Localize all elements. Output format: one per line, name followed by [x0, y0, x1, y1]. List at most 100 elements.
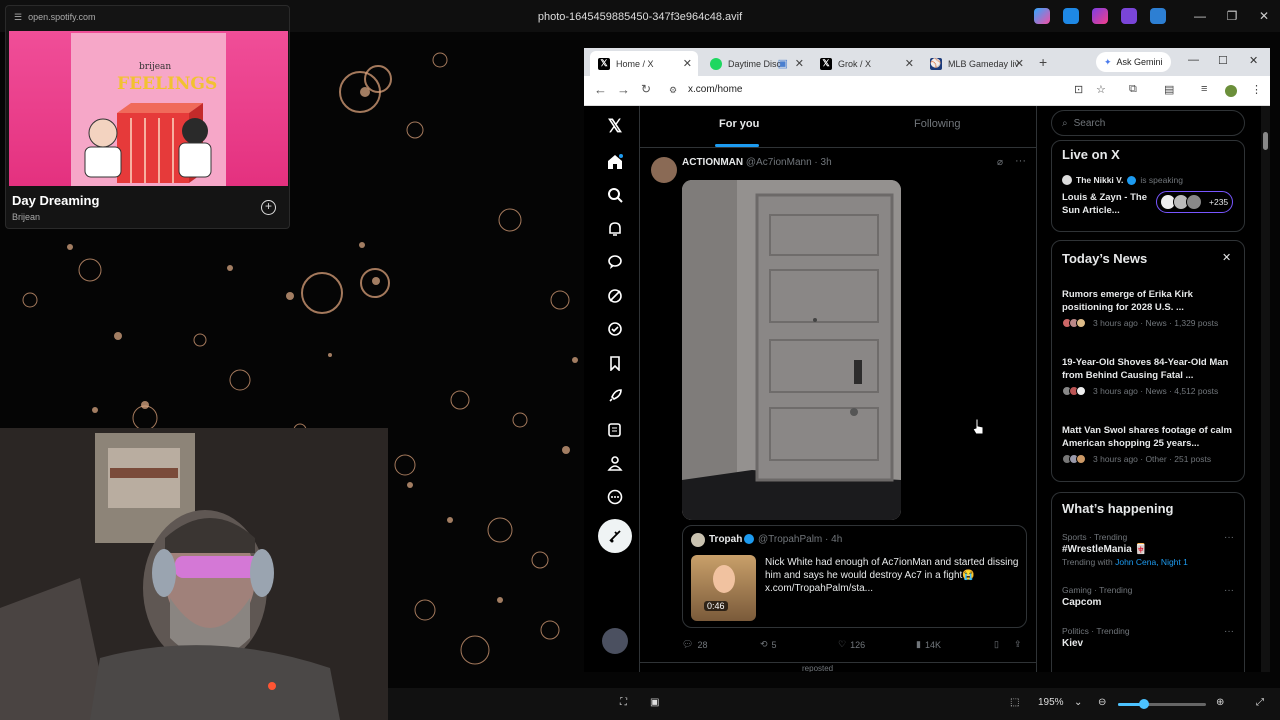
zoom-dropdown-icon[interactable]: ⌄: [1074, 697, 1082, 708]
install-app-icon[interactable]: ⊡: [1074, 83, 1083, 96]
bookmarks-icon[interactable]: [604, 352, 626, 374]
tune-icon[interactable]: ☰: [14, 12, 22, 23]
quoted-author-name[interactable]: Tropah: [709, 534, 742, 545]
share-icon[interactable]: ⇪: [1014, 639, 1022, 650]
edit-icon[interactable]: [1063, 8, 1079, 24]
zoom-slider[interactable]: [1118, 699, 1206, 709]
grok-post-icon[interactable]: ⌀: [997, 157, 1003, 168]
live-listeners-pill[interactable]: +235: [1156, 191, 1233, 213]
zoom-slider-thumb[interactable]: [1139, 699, 1149, 709]
close-icon[interactable]: ✕: [1248, 0, 1280, 32]
close-tab-icon[interactable]: ✕: [795, 57, 804, 70]
quoted-avatar[interactable]: [691, 533, 705, 547]
back-icon[interactable]: ←: [594, 82, 607, 97]
tab-following[interactable]: Following: [914, 118, 960, 130]
close-window-icon[interactable]: ✕: [1249, 54, 1258, 67]
scrollbar-thumb[interactable]: [1263, 132, 1268, 150]
zoom-out-icon[interactable]: ⊖: [1098, 697, 1106, 708]
page-scrollbar[interactable]: [1261, 106, 1270, 672]
quoted-link[interactable]: x.com/TropahPalm/sta...: [765, 583, 873, 594]
zoom-in-icon[interactable]: ⊕: [1216, 697, 1224, 708]
post-more-icon[interactable]: ···: [1015, 155, 1026, 167]
trend-item[interactable]: Gaming · Trending Capcom: [1062, 585, 1238, 608]
trend-item[interactable]: Politics · Trending Kiev: [1062, 626, 1238, 649]
news-item[interactable]: 19-Year-Old Shoves 84-Year-Old Man from …: [1062, 356, 1238, 396]
reply-button[interactable]: 💬︎ 28: [682, 639, 707, 650]
ask-gemini-button[interactable]: ✦ Ask Gemini: [1096, 52, 1171, 72]
close-tab-icon[interactable]: ✕: [905, 57, 914, 70]
trend-more-icon[interactable]: ···: [1224, 626, 1234, 637]
tab-home-x[interactable]: 𝕏 Home / X ✕: [590, 51, 698, 76]
close-tab-icon[interactable]: ✕: [683, 57, 692, 70]
sidebar-icon[interactable]: ≡: [1201, 83, 1207, 95]
trend-item[interactable]: Sports · Trending #WrestleMania 🀄 Trendi…: [1062, 532, 1238, 567]
paint-icon[interactable]: [1092, 8, 1108, 24]
home-icon[interactable]: [604, 151, 626, 173]
bookmark-icon[interactable]: ▯: [994, 639, 999, 650]
minimize-icon[interactable]: —: [1184, 0, 1216, 32]
quoted-post[interactable]: Tropah @TropahPalm · 4h 0:46 Nick White …: [682, 525, 1027, 628]
tab-daytime-disc[interactable]: Daytime Disc ▣ ✕: [702, 51, 810, 76]
ocr-icon[interactable]: ▣: [650, 697, 659, 708]
rocket-icon[interactable]: [604, 385, 626, 407]
fit-screen-icon[interactable]: ⛶: [620, 697, 627, 708]
new-tab-icon[interactable]: +: [1039, 54, 1047, 70]
forward-icon[interactable]: →: [617, 82, 630, 97]
news-item[interactable]: Matt Van Swol shares footage of calm Ame…: [1062, 424, 1238, 464]
live-space-title[interactable]: Louis & Zayn - The Sun Article...: [1062, 191, 1152, 217]
post-author-name[interactable]: ACTIONMAN: [682, 157, 743, 168]
close-tab-icon[interactable]: ✕: [1015, 57, 1024, 70]
repost-button[interactable]: ⟲ 5: [760, 639, 777, 650]
add-to-library-icon[interactable]: +: [261, 200, 276, 215]
account-avatar[interactable]: [602, 628, 628, 654]
profile-avatar[interactable]: [1225, 85, 1237, 97]
bookmark-star-icon[interactable]: ☆: [1096, 83, 1106, 96]
tab-grok[interactable]: 𝕏 Grok / X ✕: [812, 51, 920, 76]
articles-icon[interactable]: [604, 419, 626, 441]
x-home-logo-icon[interactable]: 𝕏: [604, 115, 626, 137]
search-box[interactable]: ⌕ Search: [1051, 110, 1245, 136]
minimize-icon[interactable]: —: [1188, 54, 1199, 66]
tab-for-you[interactable]: For you: [719, 118, 759, 130]
extensions-icon[interactable]: ⧉: [1129, 83, 1137, 96]
restore-icon[interactable]: ❐: [1216, 0, 1248, 32]
quoted-video-thumbnail[interactable]: 0:46: [691, 555, 756, 621]
artist-name[interactable]: Brijean: [12, 212, 40, 222]
reload-icon[interactable]: ↻: [641, 82, 651, 96]
url-field[interactable]: x.com/home: [688, 84, 742, 95]
grok-icon[interactable]: [604, 285, 626, 307]
site-info-icon[interactable]: ⚙: [669, 85, 677, 96]
trend-more-icon[interactable]: ···: [1224, 585, 1234, 596]
copilot-icon[interactable]: [1034, 8, 1050, 24]
menu-icon[interactable]: ⋮: [1251, 83, 1262, 96]
explore-icon[interactable]: [604, 184, 626, 206]
fullscreen-icon[interactable]: ⤢: [1256, 697, 1264, 708]
like-button[interactable]: ♡ 126: [838, 639, 865, 650]
dismiss-news-icon[interactable]: ✕: [1222, 251, 1231, 264]
post-image[interactable]: [682, 180, 901, 520]
zoom-level[interactable]: 195%: [1038, 697, 1064, 708]
song-title[interactable]: Day Dreaming: [12, 193, 99, 208]
profile-icon[interactable]: [604, 452, 626, 474]
more-icon[interactable]: [604, 486, 626, 508]
trend-more-icon[interactable]: ···: [1224, 532, 1234, 543]
trend-with-tags[interactable]: John Cena, Night 1: [1115, 557, 1188, 567]
cloud-icon[interactable]: [1150, 8, 1166, 24]
views-button[interactable]: ▮ 14K: [916, 639, 941, 650]
notifications-icon[interactable]: [604, 218, 626, 240]
album-cover[interactable]: brijean FEELINGS: [71, 33, 226, 186]
compose-post-button[interactable]: [598, 519, 632, 553]
premium-icon[interactable]: [604, 318, 626, 340]
actual-size-icon[interactable]: ⬚: [1010, 697, 1019, 708]
live-host-row[interactable]: The Nikki V. is speaking: [1062, 175, 1183, 185]
media-icon[interactable]: ▤: [1164, 83, 1174, 96]
clipchamp-icon[interactable]: [1121, 8, 1137, 24]
maximize-icon[interactable]: ☐: [1218, 54, 1228, 67]
tab-mlb-gameday[interactable]: ⚾ MLB Gameday liv ✕: [922, 51, 1030, 76]
trend-category: Sports · Trending: [1062, 532, 1128, 542]
news-item[interactable]: Rumors emerge of Erika Kirk positioning …: [1062, 288, 1238, 328]
quoted-author-handle[interactable]: @TropahPalm · 4h: [758, 534, 842, 545]
post-author-handle[interactable]: @Ac7ionMann · 3h: [746, 157, 832, 168]
messages-icon[interactable]: [604, 251, 626, 273]
post-avatar[interactable]: [651, 157, 677, 183]
